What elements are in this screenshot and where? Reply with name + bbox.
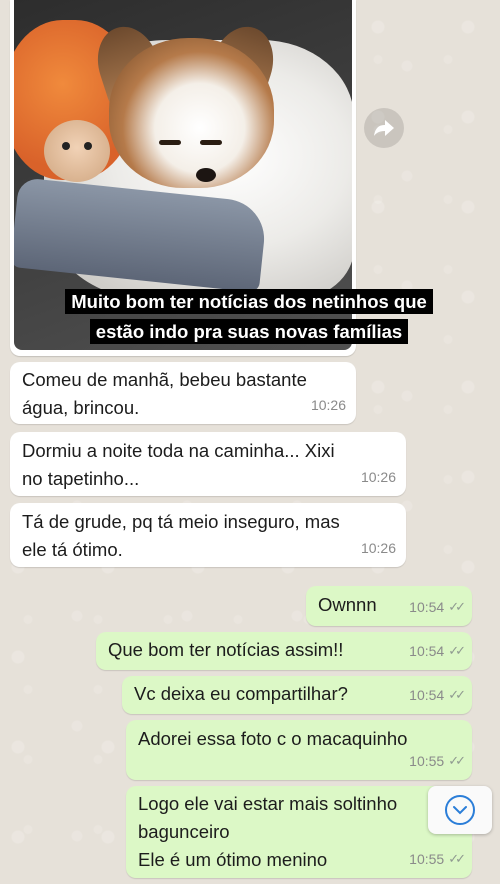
- message-time: 10:55 ✓✓: [409, 747, 466, 775]
- message-text: Comeu de manhã, bebeu bastante água, bri…: [22, 366, 307, 422]
- message-time: 10:54 ✓✓: [409, 637, 466, 665]
- message-time: 10:54 ✓✓: [409, 681, 466, 709]
- double-check-icon: ✓✓: [448, 687, 466, 702]
- message-time: 10:55 ✓✓: [409, 845, 466, 873]
- message-bubble-out[interactable]: Logo ele vai estar mais soltinho bagunce…: [126, 786, 472, 878]
- message-line: ele tá ótimo.: [22, 539, 123, 560]
- message-line: no tapetinho...: [22, 468, 140, 489]
- photo-dog-head: [109, 38, 274, 188]
- photo-toy-monkey-face: [44, 120, 110, 182]
- message-line: Ele é um ótimo menino: [138, 849, 328, 870]
- message-line: bagunceiro: [138, 821, 230, 842]
- message-bubble-out[interactable]: Adorei essa foto c o macaquinho 10:55 ✓✓: [126, 720, 472, 780]
- forward-arrow-icon: [374, 120, 394, 136]
- chevron-down-icon: [445, 795, 475, 825]
- message-time: 10:26: [360, 540, 396, 556]
- message-bubble-in[interactable]: Comeu de manhã, bebeu bastante água, bri…: [10, 362, 356, 424]
- message-text: Logo ele vai estar mais soltinho bagunce…: [138, 790, 397, 874]
- message-text: Tá de grude, pq tá meio inseguro, mas el…: [22, 508, 340, 564]
- message-time: 10:26: [360, 469, 396, 485]
- message-line: água, brincou.: [22, 397, 140, 418]
- message-text: Que bom ter notícias assim!!: [108, 639, 344, 660]
- scroll-to-bottom-button[interactable]: [428, 786, 492, 834]
- message-bubble-out[interactable]: Vc deixa eu compartilhar? 10:54 ✓✓: [122, 676, 472, 714]
- message-line: Logo ele vai estar mais soltinho: [138, 793, 398, 814]
- message-line: Tá de grude, pq tá meio inseguro, mas: [22, 511, 340, 532]
- message-time: 10:26: [310, 397, 346, 413]
- message-text: Vc deixa eu compartilhar?: [134, 683, 348, 704]
- double-check-icon: ✓✓: [448, 851, 466, 866]
- photo-dog-eye-left: [159, 140, 181, 145]
- double-check-icon: ✓✓: [448, 643, 466, 658]
- story-caption-text: Muito bom ter notícias dos netinhos que …: [65, 289, 433, 344]
- message-text: Dormiu a noite toda na caminha... Xixi n…: [22, 437, 335, 493]
- story-caption: Muito bom ter notícias dos netinhos que …: [42, 287, 456, 347]
- message-bubble-in[interactable]: Tá de grude, pq tá meio inseguro, mas el…: [10, 503, 406, 567]
- message-text: Ownnn: [318, 594, 377, 615]
- photo-dog-nose: [196, 168, 216, 182]
- photo-dog-eye-right: [200, 140, 222, 145]
- message-time: 10:54 ✓✓: [409, 593, 466, 621]
- forward-button[interactable]: [364, 108, 404, 148]
- message-bubble-out[interactable]: Que bom ter notícias assim!! 10:54 ✓✓: [96, 632, 472, 670]
- message-text: Adorei essa foto c o macaquinho: [138, 728, 408, 749]
- double-check-icon: ✓✓: [448, 599, 466, 614]
- message-bubble-in[interactable]: Dormiu a noite toda na caminha... Xixi n…: [10, 432, 406, 496]
- double-check-icon: ✓✓: [448, 753, 466, 768]
- message-line: Comeu de manhã, bebeu bastante: [22, 369, 307, 390]
- message-line: Dormiu a noite toda na caminha... Xixi: [22, 440, 335, 461]
- message-bubble-out[interactable]: Ownnn 10:54 ✓✓: [306, 586, 472, 626]
